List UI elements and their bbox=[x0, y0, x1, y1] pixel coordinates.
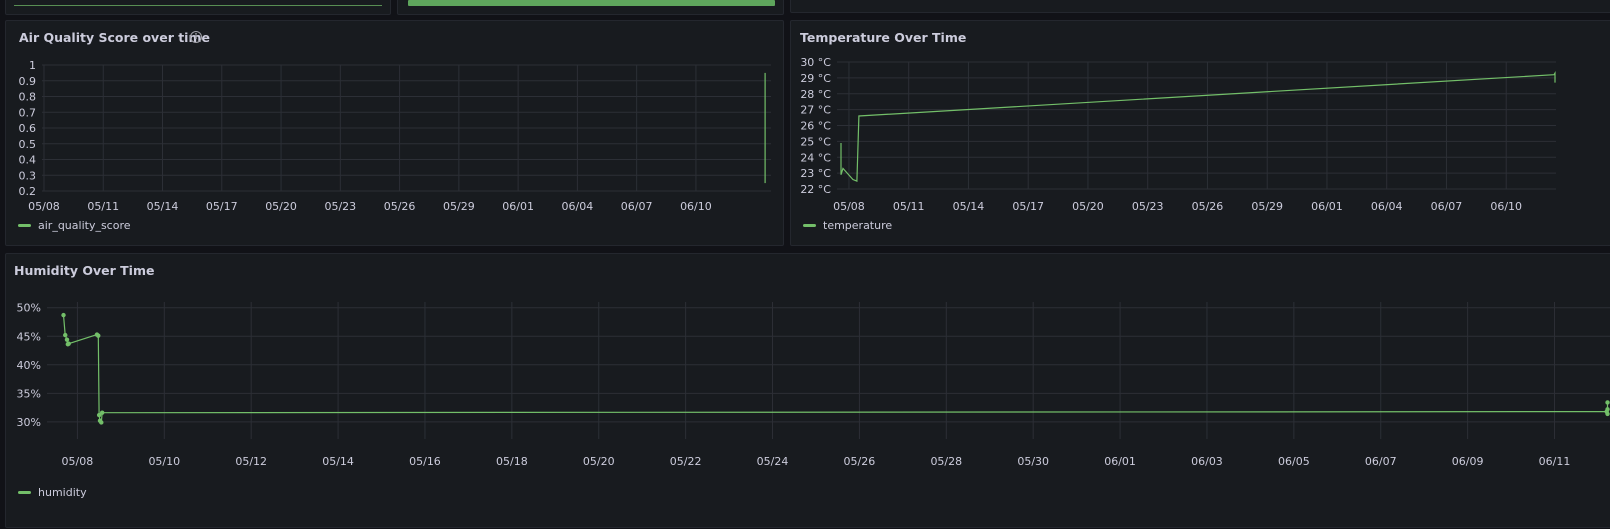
air-quality-legend[interactable]: air_quality_score bbox=[18, 219, 131, 232]
series-point bbox=[1605, 407, 1610, 412]
y-tick-label: 35% bbox=[17, 387, 41, 400]
x-tick-label: 05/08 bbox=[833, 200, 865, 213]
series-point bbox=[1605, 411, 1610, 417]
series-point bbox=[96, 333, 101, 338]
x-tick-label: 05/17 bbox=[1012, 200, 1044, 213]
x-tick-label: 06/07 bbox=[1431, 200, 1463, 213]
x-tick-label: 05/14 bbox=[147, 200, 179, 213]
x-tick-label: 06/03 bbox=[1191, 455, 1223, 468]
x-tick-label: 06/04 bbox=[562, 200, 594, 213]
y-tick-label: 0.8 bbox=[19, 91, 37, 104]
y-tick-label: 29 °C bbox=[800, 72, 831, 85]
x-tick-label: 05/16 bbox=[409, 455, 441, 468]
top-panel-right bbox=[790, 0, 1610, 13]
x-tick-label: 05/24 bbox=[757, 455, 789, 468]
legend-swatch bbox=[803, 223, 816, 227]
series-point bbox=[99, 410, 105, 415]
legend-label: temperature bbox=[823, 219, 893, 232]
air-quality-panel[interactable]: Air Quality Score over time i 0.2 0.3 0.4 0… bbox=[5, 20, 784, 246]
y-tick-label: 25 °C bbox=[800, 135, 831, 148]
x-tick-label: 06/07 bbox=[621, 200, 653, 213]
x-tick-label: 06/01 bbox=[1104, 455, 1136, 468]
humidity-chart: 30% 35% 40% 45% 50% 05/08 05/10 05/12 05/14 05/16… bbox=[17, 302, 1610, 468]
legend-label: humidity bbox=[38, 486, 87, 499]
x-tick-label: 05/26 bbox=[1192, 200, 1224, 213]
legend-swatch bbox=[18, 223, 31, 227]
x-tick-label: 06/07 bbox=[1365, 455, 1397, 468]
y-tick-label: 1 bbox=[29, 59, 36, 72]
x-tick-label: 05/30 bbox=[1017, 455, 1049, 468]
x-tick-label: 05/23 bbox=[1132, 200, 1164, 213]
y-tick-label: 0.6 bbox=[19, 122, 37, 135]
series-point bbox=[99, 420, 104, 425]
x-tick-label: 05/29 bbox=[443, 200, 475, 213]
series-point bbox=[66, 341, 71, 346]
y-tick-label: 0.4 bbox=[19, 154, 37, 167]
x-tick-label: 05/28 bbox=[930, 455, 962, 468]
y-tick-label: 23 °C bbox=[800, 167, 831, 180]
x-tick-label: 05/14 bbox=[322, 455, 354, 468]
temperature-legend[interactable]: temperature bbox=[803, 219, 892, 232]
x-tick-label: 05/11 bbox=[893, 200, 925, 213]
air-quality-chart: 0.2 0.3 0.4 0.5 0.6 0.7 0.8 0.9 1 05/08 05/11 05/14… bbox=[19, 59, 771, 213]
y-tick-label: 50% bbox=[17, 302, 41, 315]
x-tick-label: 05/08 bbox=[28, 200, 60, 213]
y-tick-label: 0.7 bbox=[19, 106, 37, 119]
x-tick-label: 05/22 bbox=[670, 455, 702, 468]
x-tick-label: 05/11 bbox=[87, 200, 119, 213]
y-tick-label: 28 °C bbox=[800, 88, 831, 101]
series-point bbox=[1605, 400, 1610, 405]
humidity-panel[interactable]: Humidity Over Time 30% 35% 40% 45% 50% 05/08 0… bbox=[5, 253, 1610, 528]
x-tick-label: 06/04 bbox=[1371, 200, 1403, 213]
series-point bbox=[63, 332, 68, 338]
x-tick-label: 05/10 bbox=[148, 455, 180, 468]
series-line bbox=[840, 71, 1556, 182]
humidity-legend[interactable]: humidity bbox=[18, 486, 87, 499]
x-tick-label: 06/10 bbox=[1490, 200, 1522, 213]
x-tick-label: 06/09 bbox=[1452, 455, 1484, 468]
legend-swatch bbox=[18, 490, 31, 494]
y-tick-label: 26 °C bbox=[800, 120, 831, 133]
x-tick-label: 05/29 bbox=[1251, 200, 1283, 213]
x-tick-label: 05/08 bbox=[62, 455, 94, 468]
temperature-chart: 22 °C 23 °C 24 °C 25 °C 26 °C 27 °C 28 °C 29 °C… bbox=[800, 56, 1556, 213]
y-tick-label: 22 °C bbox=[800, 183, 831, 196]
x-tick-label: 05/14 bbox=[953, 200, 985, 213]
y-tick-label: 0.3 bbox=[19, 169, 37, 182]
y-tick-label: 0.9 bbox=[19, 75, 37, 88]
x-tick-label: 06/01 bbox=[1311, 200, 1343, 213]
y-tick-label: 40% bbox=[17, 359, 41, 372]
x-tick-label: 05/17 bbox=[206, 200, 238, 213]
x-tick-label: 05/12 bbox=[235, 455, 267, 468]
x-tick-label: 05/18 bbox=[496, 455, 528, 468]
y-tick-label: 27 °C bbox=[800, 104, 831, 117]
y-tick-label: 45% bbox=[17, 330, 41, 343]
series-point bbox=[61, 312, 66, 318]
y-tick-label: 0.2 bbox=[19, 185, 37, 198]
x-tick-label: 05/23 bbox=[324, 200, 356, 213]
x-tick-label: 05/20 bbox=[1072, 200, 1104, 213]
x-tick-label: 05/26 bbox=[844, 455, 876, 468]
x-tick-label: 06/10 bbox=[680, 200, 712, 213]
x-tick-label: 06/11 bbox=[1539, 455, 1571, 468]
top-panel-middle-bar bbox=[408, 0, 775, 6]
y-tick-label: 30% bbox=[17, 416, 41, 429]
x-tick-label: 06/01 bbox=[502, 200, 534, 213]
x-tick-label: 05/20 bbox=[265, 200, 297, 213]
x-tick-label: 05/26 bbox=[384, 200, 416, 213]
y-tick-label: 0.5 bbox=[19, 138, 37, 151]
series-line bbox=[62, 315, 1609, 424]
top-panel-middle bbox=[397, 0, 784, 15]
x-tick-label: 06/05 bbox=[1278, 455, 1310, 468]
y-tick-label: 30 °C bbox=[800, 56, 831, 69]
temperature-panel[interactable]: Temperature Over Time 22 °C 23 °C 24 °C 25 … bbox=[790, 20, 1610, 246]
x-tick-label: 05/20 bbox=[583, 455, 615, 468]
top-panel-left-line bbox=[14, 5, 382, 6]
top-panel-left bbox=[5, 0, 391, 15]
series-point bbox=[64, 337, 70, 342]
legend-label: air_quality_score bbox=[38, 219, 131, 232]
y-tick-label: 24 °C bbox=[800, 151, 831, 164]
